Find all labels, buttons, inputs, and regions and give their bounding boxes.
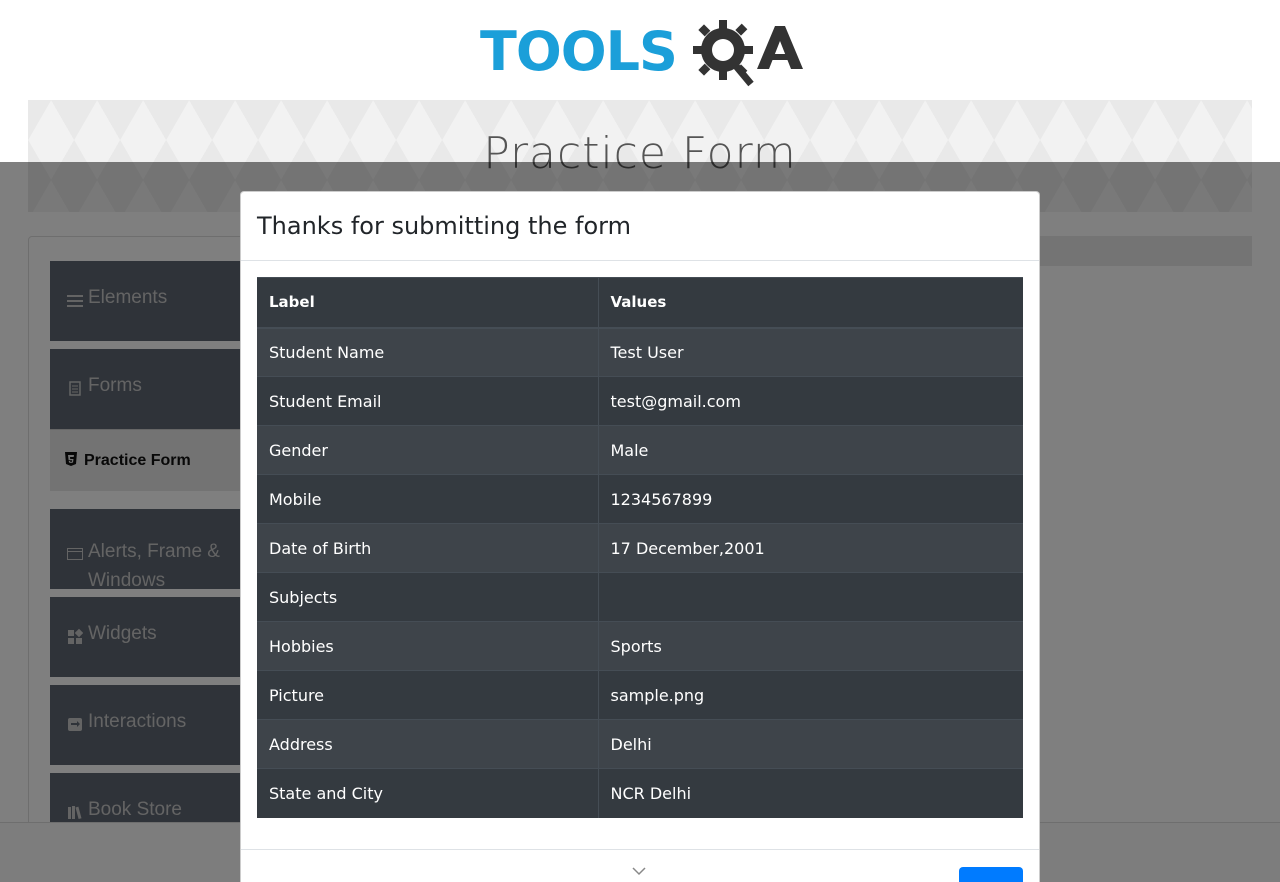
table-row: Gender Male — [257, 425, 1023, 475]
modal-title: Thanks for submitting the form — [257, 212, 631, 240]
table-row: Student Name Test User — [257, 327, 1023, 377]
row-label: Subjects — [257, 572, 599, 622]
table-row: Address Delhi — [257, 719, 1023, 769]
row-value: sample.png — [598, 670, 1023, 720]
row-label: State and City — [257, 768, 599, 818]
row-value: NCR Delhi — [598, 768, 1023, 818]
chevron-down-icon[interactable] — [631, 865, 647, 877]
logo-text: TOOLS — [480, 20, 678, 83]
row-value: test@gmail.com — [598, 376, 1023, 426]
toolsqa-logo[interactable]: TOOLS — [480, 14, 805, 92]
submission-table: Label Values Student Name Test User Stude… — [257, 277, 1023, 818]
row-label: Mobile — [257, 474, 599, 524]
row-label: Hobbies — [257, 621, 599, 671]
table-row: Hobbies Sports — [257, 621, 1023, 671]
gear-magnifier-icon — [693, 20, 803, 87]
row-value: 1234567899 — [598, 474, 1023, 524]
table-row: Student Email test@gmail.com — [257, 376, 1023, 426]
row-label: Address — [257, 719, 599, 769]
modal-header: Thanks for submitting the form — [241, 192, 1039, 261]
table-row: Mobile 1234567899 — [257, 474, 1023, 524]
table-row: Subjects — [257, 572, 1023, 622]
table-row: State and City NCR Delhi — [257, 768, 1023, 818]
close-button[interactable]: Close — [959, 867, 1023, 882]
modal-body: Label Values Student Name Test User Stude… — [241, 261, 1039, 834]
column-header-values: Values — [598, 277, 1023, 329]
table-row: Picture sample.png — [257, 670, 1023, 720]
column-header-label: Label — [257, 277, 599, 329]
row-value: Delhi — [598, 719, 1023, 769]
row-label: Date of Birth — [257, 523, 599, 573]
row-value: Male — [598, 425, 1023, 475]
row-label: Gender — [257, 425, 599, 475]
table-row: Date of Birth 17 December,2001 — [257, 523, 1023, 573]
table-header-row: Label Values — [257, 277, 1023, 329]
row-label: Student Email — [257, 376, 599, 426]
row-value: Test User — [598, 327, 1023, 377]
row-value: 17 December,2001 — [598, 523, 1023, 573]
row-label: Student Name — [257, 327, 599, 377]
row-label: Picture — [257, 670, 599, 720]
row-value — [598, 572, 1023, 622]
row-value: Sports — [598, 621, 1023, 671]
submission-modal: Thanks for submitting the form Label Val… — [240, 191, 1040, 882]
modal-footer: Close — [241, 849, 1039, 882]
